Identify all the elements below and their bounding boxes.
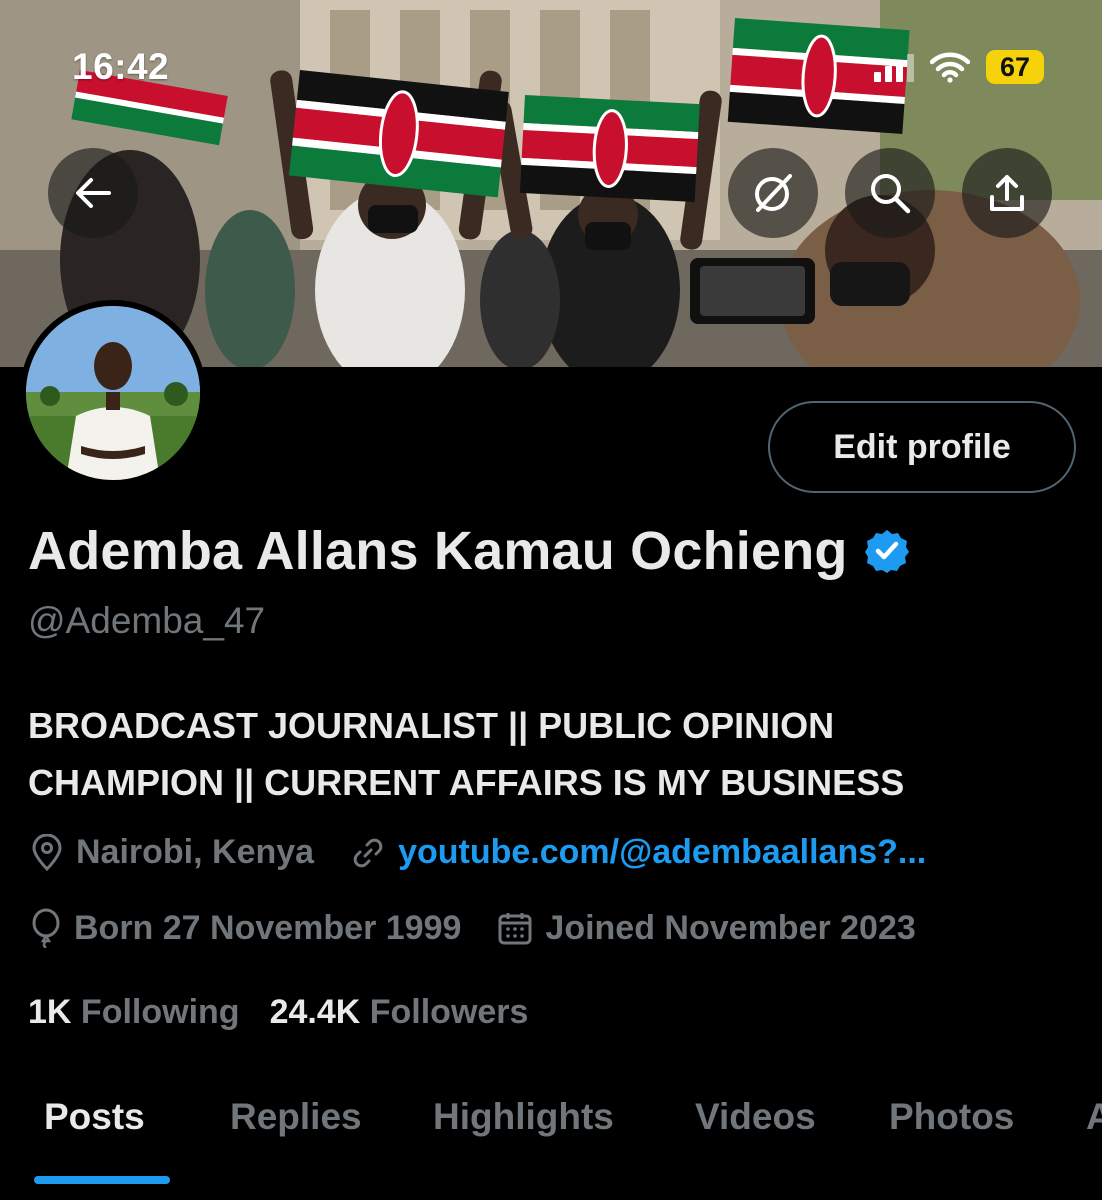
grok-icon bbox=[755, 174, 792, 212]
avatar-photo bbox=[26, 306, 200, 480]
profile-tabs: Posts Replies Highlights Videos Photos A bbox=[0, 1090, 1102, 1200]
calendar-icon bbox=[498, 913, 532, 945]
handle: @Ademba_47 bbox=[28, 600, 266, 641]
back-button[interactable] bbox=[48, 148, 138, 238]
location-pin-icon bbox=[32, 833, 62, 871]
edit-profile-button[interactable]: Edit profile bbox=[768, 401, 1076, 493]
display-name: Ademba Allans Kamau Ochieng bbox=[28, 521, 848, 581]
tab-posts[interactable]: Posts bbox=[44, 1096, 145, 1138]
profile-banner[interactable]: 16:42 67 bbox=[0, 0, 1102, 367]
share-icon bbox=[990, 175, 1024, 211]
tab-videos[interactable]: Videos bbox=[695, 1096, 816, 1138]
birthday: Born 27 November 1999 bbox=[30, 908, 461, 948]
tab-replies[interactable]: Replies bbox=[230, 1096, 362, 1138]
share-button[interactable] bbox=[962, 148, 1052, 238]
meta-row-2: Born 27 November 1999 Joined November 20… bbox=[30, 908, 952, 948]
status-icons: 67 bbox=[874, 50, 1044, 84]
bio: BROADCAST JOURNALIST || PUBLIC OPINION C… bbox=[28, 697, 1078, 811]
website-link[interactable]: youtube.com/@ademba​allans?... bbox=[398, 833, 926, 872]
following-link[interactable]: 1K Following bbox=[28, 993, 240, 1032]
following-count: 1K bbox=[28, 993, 72, 1031]
meta-row-1: Nairobi, Kenya youtube.com/@ademba​allan… bbox=[30, 833, 962, 872]
name-row: Ademba Allans Kamau Ochieng bbox=[28, 520, 910, 582]
search-button[interactable] bbox=[845, 148, 935, 238]
signal-icon bbox=[874, 52, 914, 82]
tab-photos[interactable]: Photos bbox=[889, 1096, 1014, 1138]
wifi-icon bbox=[930, 52, 970, 83]
location: Nairobi, Kenya bbox=[30, 833, 314, 872]
followers-link[interactable]: 24.4K Followers bbox=[270, 993, 529, 1032]
website[interactable]: youtube.com/@ademba​allans?... bbox=[350, 833, 926, 872]
status-time: 16:42 bbox=[72, 46, 170, 87]
search-icon bbox=[871, 174, 911, 214]
verified-badge-icon[interactable] bbox=[864, 528, 910, 574]
bio-line-1: BROADCAST JOURNALIST || PUBLIC OPINION bbox=[28, 705, 835, 746]
grok-button[interactable] bbox=[728, 148, 818, 238]
joined-text: Joined November 2023 bbox=[545, 908, 916, 947]
battery-icon: 67 bbox=[986, 50, 1044, 84]
follow-counts: 1K Following 24.4K Followers bbox=[28, 993, 528, 1032]
joined: Joined November 2023 bbox=[497, 908, 916, 948]
avatar[interactable] bbox=[20, 300, 206, 486]
followers-label: Followers bbox=[369, 993, 529, 1031]
balloon-icon bbox=[32, 908, 60, 948]
bio-line-2: CHAMPION || CURRENT AFFAIRS IS MY BUSINE… bbox=[28, 762, 905, 803]
followers-count: 24.4K bbox=[269, 993, 361, 1031]
link-icon bbox=[353, 838, 383, 867]
following-label: Following bbox=[80, 993, 240, 1031]
tab-highlights[interactable]: Highlights bbox=[433, 1096, 614, 1138]
location-text: Nairobi, Kenya bbox=[76, 833, 315, 871]
birthday-text: Born 27 November 1999 bbox=[74, 908, 462, 947]
tab-articles[interactable]: A bbox=[1086, 1096, 1102, 1138]
active-tab-indicator bbox=[34, 1176, 170, 1184]
arrow-left-icon bbox=[76, 178, 111, 208]
profile-page: 16:42 67 Edit profile Ademba Allans Kama… bbox=[0, 0, 1102, 1200]
